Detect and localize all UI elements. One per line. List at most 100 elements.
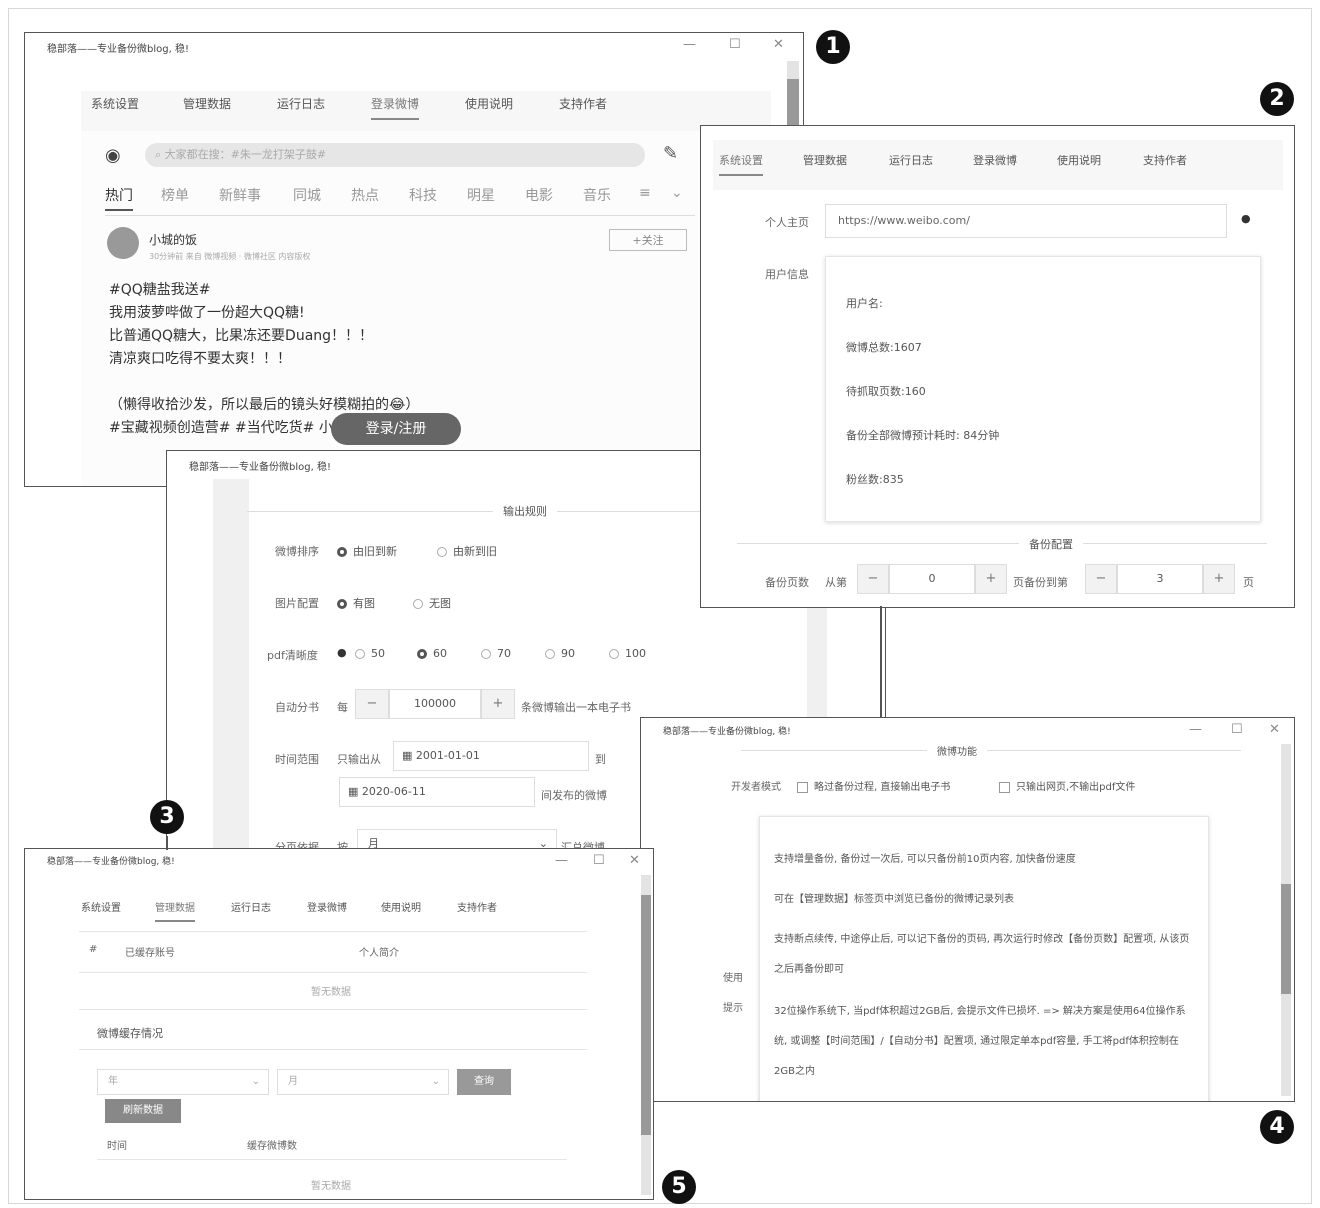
home-url-input[interactable]: https://www.weibo.com/ (825, 204, 1227, 238)
user-name[interactable]: 小城的饭 (149, 231, 197, 248)
tab-login[interactable]: 登录微博 (307, 899, 347, 914)
feed-tab-music[interactable]: 音乐 (583, 185, 611, 205)
minimize-icon[interactable]: — (555, 853, 568, 868)
scrollbar[interactable] (641, 875, 651, 1195)
split-count-input[interactable]: 100000 (389, 689, 481, 719)
scrollbar[interactable] (1281, 744, 1291, 1096)
to-decrement-button[interactable]: − (1085, 564, 1117, 594)
follow-button[interactable]: +关注 (609, 229, 687, 251)
cache-table-header: 时间 缓存微博数 (97, 1129, 567, 1160)
pdf-option-50[interactable]: 50 (355, 647, 385, 660)
tab-system[interactable]: 系统设置 (719, 152, 763, 176)
search-input[interactable]: ⌕ 大家都在搜：#朱一龙打架子鼓# (145, 143, 645, 167)
feed-tab-local[interactable]: 同城 (293, 185, 321, 205)
radio-off-icon (413, 599, 423, 609)
avatar[interactable] (107, 227, 139, 259)
pdf-option-70[interactable]: 70 (481, 647, 511, 660)
split-suffix: 条微博输出一本电子书 (521, 701, 631, 714)
date-to-input[interactable]: ▦ 2020-06-11 (339, 777, 535, 807)
year-select[interactable]: 年 ⌄ (97, 1069, 269, 1095)
feed-tab-new[interactable]: 新鲜事 (219, 185, 261, 205)
pdf-option-100[interactable]: 100 (609, 647, 646, 660)
image-option-no[interactable]: 无图 (413, 595, 451, 611)
month-select[interactable]: 月 ⌄ (277, 1069, 449, 1095)
close-icon[interactable]: ✕ (629, 853, 640, 868)
tab-manage[interactable]: 管理数据 (803, 152, 847, 168)
tab-system[interactable]: 系统设置 (91, 95, 139, 112)
to-page-input[interactable]: 3 (1117, 564, 1203, 594)
tab-help[interactable]: 使用说明 (381, 899, 421, 914)
tab-support[interactable]: 支持作者 (559, 95, 607, 112)
tab-log[interactable]: 运行日志 (277, 95, 325, 112)
tips-panel: 支持增量备份, 备份过一次后, 可以只备份前10页内容, 加快备份速度 可在【管… (759, 816, 1209, 1101)
tab-login[interactable]: 登录微博 (371, 95, 420, 120)
help-icon[interactable]: ● (1241, 212, 1251, 225)
chevron-down-icon[interactable]: ⌄ (671, 185, 683, 201)
time-label: 时间范围 (275, 753, 319, 766)
pdf-option-60[interactable]: 60 (417, 647, 447, 660)
callout-1: 1 (816, 30, 850, 64)
feed-tab-hot[interactable]: 热门 (105, 185, 133, 211)
dev-option-html-only[interactable]: 只输出网页,不输出pdf文件 (999, 778, 1135, 793)
tab-help[interactable]: 使用说明 (1057, 152, 1101, 168)
tips-label: 使用提示 (723, 973, 743, 1014)
feed-tab-tech[interactable]: 科技 (409, 185, 437, 205)
feed-tab-movie[interactable]: 电影 (525, 185, 553, 205)
post-line (109, 371, 445, 394)
pdf-option-90[interactable]: 90 (545, 647, 575, 660)
split-decrement-button[interactable]: − (355, 689, 389, 719)
date-from-input[interactable]: ▦ 2001-01-01 (393, 741, 589, 771)
feed-tab-rank[interactable]: 榜单 (161, 185, 189, 205)
title-bar: 稳部落——专业备份微blog, 稳! — ☐ ✕ (25, 33, 803, 59)
maximize-icon[interactable]: ☐ (593, 853, 605, 868)
scrollbar-thumb[interactable] (641, 895, 651, 1135)
time-prefix: 只输出从 (337, 753, 381, 766)
edit-icon[interactable]: ✎ (663, 143, 678, 164)
split-increment-button[interactable]: + (481, 689, 515, 719)
tab-manage[interactable]: 管理数据 (155, 899, 195, 922)
help-icon[interactable]: ● (337, 646, 347, 659)
from-decrement-button[interactable]: − (857, 564, 889, 594)
window-title: 稳部落——专业备份微blog, 稳! (189, 462, 331, 473)
close-icon[interactable]: ✕ (773, 37, 784, 52)
from-page-input[interactable]: 0 (889, 564, 975, 594)
maximize-icon[interactable]: ☐ (1231, 722, 1243, 737)
tab-log[interactable]: 运行日志 (889, 152, 933, 168)
col-profile: 个人简介 (359, 948, 399, 959)
minimize-icon[interactable]: — (683, 37, 696, 52)
close-icon[interactable]: ✕ (1269, 722, 1280, 737)
tab-manage[interactable]: 管理数据 (183, 95, 231, 112)
tab-login[interactable]: 登录微博 (973, 152, 1017, 168)
userinfo-fans: 粉丝数:835 (846, 473, 904, 486)
query-button[interactable]: 查询 (457, 1069, 511, 1095)
dev-option-skip-backup[interactable]: 略过备份过程, 直接输出电子书 (797, 778, 950, 793)
weibo-logo-icon[interactable]: ◉ (105, 145, 121, 166)
from-increment-button[interactable]: + (975, 564, 1007, 594)
tab-system[interactable]: 系统设置 (81, 899, 121, 914)
sort-option-new-old[interactable]: 由新到旧 (437, 543, 497, 559)
feed-tab-more[interactable]: ≡ (639, 185, 651, 201)
tip-item: 可在【管理数据】标签页中浏览已备份的微博记录列表 (774, 894, 1014, 905)
radio-off-icon (481, 649, 491, 659)
tab-support[interactable]: 支持作者 (1143, 152, 1187, 168)
col-account: 已缓存账号 (125, 948, 175, 959)
image-label: 图片配置 (275, 597, 319, 610)
tab-help[interactable]: 使用说明 (465, 95, 513, 112)
search-placeholder: 大家都在搜：#朱一龙打架子鼓# (164, 148, 327, 161)
sort-option-old-new[interactable]: 由旧到新 (337, 543, 397, 559)
tab-log[interactable]: 运行日志 (231, 899, 271, 914)
image-option-yes[interactable]: 有图 (337, 595, 375, 611)
minimize-icon[interactable]: — (1189, 722, 1202, 737)
to-increment-button[interactable]: + (1203, 564, 1235, 594)
userinfo-estimate: 备份全部微博预计耗时: 84分钟 (846, 429, 1000, 442)
userinfo-pending-pages: 待抓取页数:160 (846, 385, 926, 398)
maximize-icon[interactable]: ☐ (729, 37, 741, 52)
chevron-down-icon: ⌄ (431, 1076, 440, 1087)
feed-tab-star[interactable]: 明星 (467, 185, 495, 205)
feed-tab-topic[interactable]: 热点 (351, 185, 379, 205)
split-label: 自动分书 (275, 701, 319, 714)
refresh-button[interactable]: 刷新数据 (105, 1099, 181, 1123)
login-register-button[interactable]: 登录/注册 (331, 413, 461, 445)
tab-support[interactable]: 支持作者 (457, 899, 497, 914)
scrollbar-thumb[interactable] (1281, 884, 1291, 994)
